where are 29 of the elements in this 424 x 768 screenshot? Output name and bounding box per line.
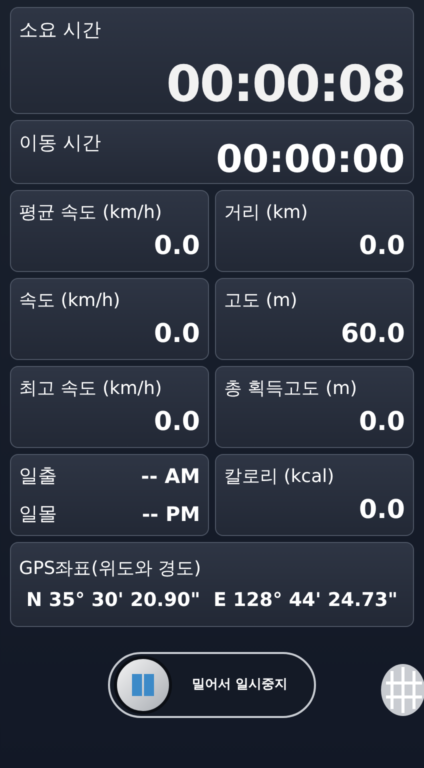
stat-value: 0.0 [358, 494, 405, 526]
elapsed-time-value: 00:00:08 [165, 59, 405, 109]
moving-time-label: 이동 시간 [19, 131, 102, 156]
stat-value: 60.0 [340, 318, 405, 350]
gps-value: N 35° 30' 20.90" E 128° 44' 24.73" [25, 588, 399, 613]
stat-label: 거리 (km) [224, 201, 309, 225]
globe-icon[interactable] [378, 663, 424, 717]
pause-icon [130, 672, 156, 698]
slide-to-pause-control[interactable]: 밀어서 일시중지 [108, 652, 316, 718]
gps-label: GPS좌표(위도와 경도) [19, 556, 202, 581]
stat-label: 평균 속도 (km/h) [19, 201, 163, 225]
sun-value: -- AM [141, 463, 200, 490]
stat-label: 고도 (m) [224, 289, 298, 313]
elapsed-time-label: 소요 시간 [19, 18, 102, 43]
sun-label: 일출 [19, 464, 57, 489]
slide-to-pause-label: 밀어서 일시중지 [192, 676, 288, 694]
moving-time-value: 00:00:00 [216, 136, 405, 182]
stat-label: 최고 속도 (km/h) [19, 377, 163, 401]
pause-handle[interactable] [114, 656, 172, 714]
stat-label: 속도 (km/h) [19, 289, 122, 313]
stat-value: 0.0 [358, 230, 405, 262]
stat-label: 칼로리 (kcal) [224, 465, 336, 489]
sun-label: 일몰 [19, 502, 57, 527]
stat-value: 0.0 [358, 406, 405, 438]
stat-label: 총 획득고도 (m) [224, 377, 358, 401]
sun-value: -- PM [142, 501, 200, 528]
stat-value: 0.0 [152, 406, 200, 438]
stat-value: 0.0 [152, 230, 200, 262]
stat-value: 0.0 [152, 318, 200, 350]
